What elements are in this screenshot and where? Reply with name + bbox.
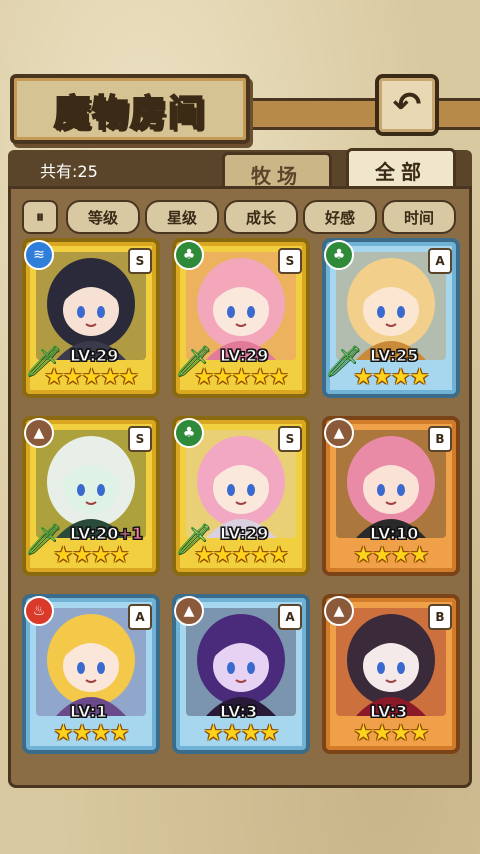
level-value: LV:3: [369, 702, 408, 722]
monster-card[interactable]: ♣ S 🗡 LV:29 ★★★★★: [172, 416, 310, 576]
filter-growth-button[interactable]: 成长: [224, 200, 298, 234]
rank-badge: A: [278, 604, 302, 630]
earth-element-icon: ▲: [324, 596, 354, 626]
rank-badge: B: [428, 426, 452, 452]
star-rating: ★★★★: [353, 365, 430, 390]
level-label: LV:3: [219, 702, 258, 722]
level-value: LV:29: [219, 346, 269, 366]
back-button[interactable]: ↶: [375, 74, 439, 136]
star-rating: ★★★★: [203, 721, 280, 746]
level-value: LV:3: [219, 702, 258, 722]
filter-bar: ⏸ 等级 星级 成长 好感 时间: [22, 200, 456, 234]
star-rating: ★★★★★: [44, 365, 139, 390]
rank-badge: A: [428, 248, 452, 274]
page-title: 魔物房间: [53, 91, 206, 135]
monster-card[interactable]: ♣ A 🗡 LV:25 ★★★★: [322, 238, 460, 398]
rank-badge: S: [278, 248, 302, 274]
level-value: LV:20: [69, 524, 119, 544]
grass-element-icon: ♣: [324, 240, 354, 270]
back-arrow-icon: ↶: [392, 85, 422, 125]
rank-badge: S: [278, 426, 302, 452]
grass-element-icon: ♣: [174, 418, 204, 448]
level-value: LV:25: [369, 346, 419, 366]
monster-card[interactable]: ≋ S 🗡 LV:29 ★★★★★: [22, 238, 160, 398]
level-label: LV:10: [369, 524, 419, 544]
tab-all[interactable]: 全部: [346, 148, 456, 189]
sort-order-button[interactable]: ⏸: [22, 200, 58, 234]
monster-grid: ≋ S 🗡 LV:29 ★★★★★ ♣ S 🗡 LV:29 ★★★★★ ♣ A 🗡 LV:25 ★★★★ ▲ S…: [22, 238, 460, 762]
water-element-icon: ≋: [24, 240, 54, 270]
title-plate: 魔物房间: [10, 74, 250, 144]
level-label: LV:29: [69, 346, 119, 366]
monster-card[interactable]: ▲ A LV:3 ★★★★: [172, 594, 310, 754]
rank-badge: S: [128, 426, 152, 452]
filter-level-button[interactable]: 等级: [66, 200, 140, 234]
star-rating: ★★★★: [353, 543, 430, 568]
level-label: LV:29: [219, 346, 269, 366]
level-label: LV:25: [369, 346, 419, 366]
filter-star-button[interactable]: 星级: [145, 200, 219, 234]
monster-card[interactable]: ▲ B LV:3 ★★★★: [322, 594, 460, 754]
star-rating: ★★★★★: [194, 543, 289, 568]
level-value: LV:29: [69, 346, 119, 366]
monster-card[interactable]: ▲ B LV:10 ★★★★: [322, 416, 460, 576]
level-bonus: +1: [118, 524, 144, 544]
earth-element-icon: ▲: [24, 418, 54, 448]
rank-badge: B: [428, 604, 452, 630]
level-label: LV:20+1: [69, 524, 144, 544]
level-value: LV:29: [219, 524, 269, 544]
filter-time-button[interactable]: 时间: [382, 200, 456, 234]
sort-order-icon: ⏸: [35, 207, 44, 226]
monster-card[interactable]: ♣ S 🗡 LV:29 ★★★★★: [172, 238, 310, 398]
level-value: LV:1: [69, 702, 108, 722]
rank-badge: S: [128, 248, 152, 274]
level-label: LV:29: [219, 524, 269, 544]
level-label: LV:1: [69, 702, 108, 722]
level-value: LV:10: [369, 524, 419, 544]
back-banner-bar: [435, 98, 480, 130]
filter-affinity-button[interactable]: 好感: [303, 200, 377, 234]
monster-card[interactable]: ▲ S 🗡 LV:20+1 ★★★★: [22, 416, 160, 576]
fire-element-icon: ♨: [24, 596, 54, 626]
monster-card[interactable]: ♨ A LV:1 ★★★★: [22, 594, 160, 754]
star-rating: ★★★★★: [194, 365, 289, 390]
grass-element-icon: ♣: [174, 240, 204, 270]
earth-element-icon: ▲: [324, 418, 354, 448]
monster-count: 共有:25: [40, 162, 98, 181]
rank-badge: A: [128, 604, 152, 630]
star-rating: ★★★★: [53, 721, 130, 746]
level-label: LV:3: [369, 702, 408, 722]
earth-element-icon: ▲: [174, 596, 204, 626]
star-rating: ★★★★: [53, 543, 130, 568]
star-rating: ★★★★: [353, 721, 430, 746]
